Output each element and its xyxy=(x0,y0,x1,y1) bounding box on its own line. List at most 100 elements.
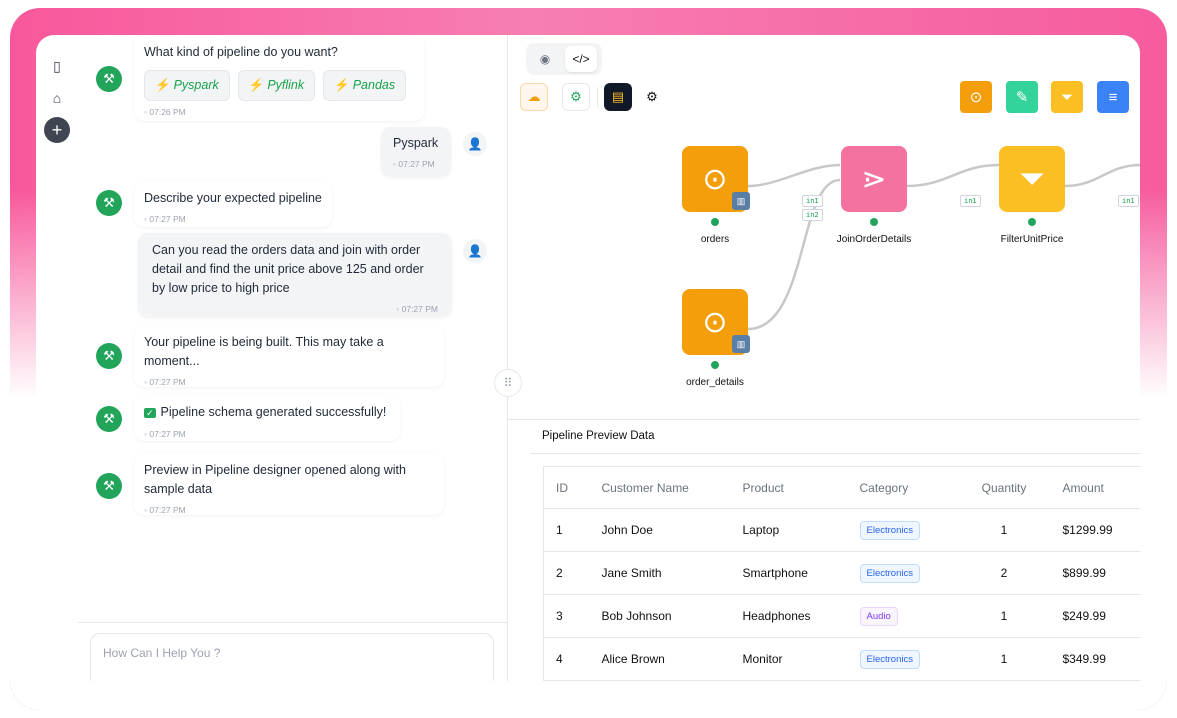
cell-amount: $899.99 xyxy=(1050,551,1140,595)
database-icon: ▥ xyxy=(732,335,750,353)
node-port[interactable] xyxy=(870,218,878,226)
table-row[interactable]: 3 Bob Johnson Headphones Audio 1 $249.99 xyxy=(543,594,1140,638)
node-label: JoinOrderDetails xyxy=(836,234,912,245)
bot-message: Describe your expected pipeline ◦ 07:27 … xyxy=(134,181,332,227)
join-node[interactable]: ⋗ xyxy=(841,146,907,226)
edge-join-filter xyxy=(905,163,1000,188)
option-label: Pandas xyxy=(352,78,396,92)
bot-avatar: ⚒ xyxy=(96,473,122,499)
cell-customer: Alice Brown xyxy=(589,637,731,681)
node-port[interactable] xyxy=(711,218,719,226)
option-pandas-button[interactable]: ⚡ Pandas xyxy=(323,70,407,101)
chat-divider xyxy=(78,622,508,623)
message-text: Your pipeline is being built. This may t… xyxy=(144,335,384,368)
input-tag: in1 xyxy=(1118,195,1139,207)
cell-product: Laptop xyxy=(730,508,848,552)
time-text: 07:27 PM xyxy=(149,429,186,439)
node-label: orders xyxy=(700,234,730,245)
cell-customer: John Doe xyxy=(589,508,731,552)
message-time: ◦ 07:27 PM xyxy=(396,304,438,314)
edge-orders-join xyxy=(747,163,841,188)
bolt-icon: ⚡ xyxy=(334,78,350,92)
message-time: ◦ 07:26 PM xyxy=(144,107,186,117)
category-badge: Audio xyxy=(859,606,898,626)
chat-panel: ⚒ What kind of pipeline do you want? ⚡ Py… xyxy=(78,35,508,681)
input-tag: in2 xyxy=(802,209,823,221)
bot-avatar: ⚒ xyxy=(96,406,122,432)
preview-title-divider xyxy=(530,453,1140,454)
cell-product: Monitor xyxy=(730,637,848,681)
node-port[interactable] xyxy=(1028,218,1036,226)
cell-category: Electronics xyxy=(847,551,958,595)
option-pyspark-button[interactable]: ⚡ Pyspark xyxy=(144,70,230,101)
message-time: ◦ 07:27 PM xyxy=(144,214,186,224)
table-row[interactable]: 2 Jane Smith Smartphone Electronics 2 $8… xyxy=(543,551,1140,595)
cell-quantity: 1 xyxy=(957,508,1051,552)
left-rail: ▯ ⌂ + xyxy=(36,35,78,681)
edges-canvas xyxy=(747,163,1140,331)
message-time: ◦ 07:27 PM xyxy=(144,429,186,439)
bot-avatar: ⚒ xyxy=(96,190,122,216)
edge-details-join xyxy=(747,178,841,331)
user-avatar: 👤 xyxy=(463,239,487,263)
category-badge: Electronics xyxy=(859,649,920,669)
pipeline-designer: ◉ </> ☁ ⚙ ▤ ⚙ ⊙ ✎ ⏷ ≡ ⊙ ▥ orders ⋗ JoinOr… xyxy=(508,35,1140,681)
cell-category: Electronics xyxy=(847,508,958,552)
resize-handle-icon[interactable]: ⠿ xyxy=(494,369,522,397)
database-icon: ▥ xyxy=(732,192,750,210)
cell-quantity: 1 xyxy=(957,594,1051,638)
time-text: 07:27 PM xyxy=(149,377,186,387)
message-text: Preview in Pipeline designer opened alon… xyxy=(144,463,406,496)
new-chat-button[interactable]: + xyxy=(44,117,70,143)
cell-category: Electronics xyxy=(847,637,958,681)
bolt-icon: ⚡ xyxy=(248,78,265,92)
node-label: FilterUnitPrice xyxy=(1000,234,1064,245)
time-text: 07:27 PM xyxy=(401,304,438,314)
column-header: Customer Name xyxy=(589,466,731,509)
order-details-node[interactable]: ⊙ ▥ xyxy=(682,289,750,369)
column-header: Product xyxy=(730,466,848,509)
preview-table: ID Customer Name Product Category Quanti… xyxy=(543,466,1140,681)
cell-id: 4 xyxy=(543,637,590,681)
cell-amount: $1299.99 xyxy=(1050,508,1140,552)
bot-message: Your pipeline is being built. This may t… xyxy=(134,325,444,387)
cell-customer: Jane Smith xyxy=(589,551,731,595)
filter-node[interactable]: ⏷ xyxy=(999,146,1065,226)
cell-id: 2 xyxy=(543,551,590,595)
cell-quantity: 2 xyxy=(957,551,1051,595)
orders-node[interactable]: ⊙ ▥ xyxy=(682,146,750,226)
time-text: 07:27 PM xyxy=(398,159,435,169)
category-badge: Electronics xyxy=(859,563,920,583)
edge-filter-next xyxy=(1064,163,1140,188)
time-text: 07:27 PM xyxy=(149,505,186,515)
pipeline-options: ⚡ Pyspark ⚡ Pyflink ⚡ Pandas xyxy=(144,70,414,101)
bot-message: What kind of pipeline do you want? ⚡ Pysp… xyxy=(134,35,424,121)
category-badge: Electronics xyxy=(859,520,920,540)
table-header-row: ID Customer Name Product Category Quanti… xyxy=(543,466,1140,509)
user-message: Pyspark ◦ 07:27 PM xyxy=(381,127,451,177)
option-label: Pyspark xyxy=(173,78,219,92)
cell-id: 3 xyxy=(543,594,590,638)
cell-product: Smartphone xyxy=(730,551,848,595)
time-text: 07:26 PM xyxy=(149,107,186,117)
message-time: ◦ 07:27 PM xyxy=(144,505,186,515)
node-label: order_details xyxy=(686,377,744,388)
message-text: Describe your expected pipeline xyxy=(144,191,322,205)
table-row[interactable]: 4 Alice Brown Monitor Electronics 1 $349… xyxy=(543,637,1140,681)
cell-product: Headphones xyxy=(730,594,848,638)
table-row[interactable]: 1 John Doe Laptop Electronics 1 $1299.99 xyxy=(543,508,1140,552)
app-window: ▯ ⌂ + ⚒ What kind of pipeline do you wan… xyxy=(36,35,1140,681)
cell-quantity: 1 xyxy=(957,637,1051,681)
cell-customer: Bob Johnson xyxy=(589,594,731,638)
node-port[interactable] xyxy=(711,361,719,369)
bot-message: ✓ Pipeline schema generated successfully!… xyxy=(134,395,400,441)
sidebar-toggle-icon[interactable]: ▯ xyxy=(46,55,68,77)
preview-title: Pipeline Preview Data xyxy=(542,430,655,442)
chat-input[interactable]: How Can I Help You ? xyxy=(90,633,494,681)
bot-message: Preview in Pipeline designer opened alon… xyxy=(134,453,444,515)
option-pyflink-button[interactable]: ⚡ Pyflink xyxy=(237,70,316,101)
user-avatar: 👤 xyxy=(463,132,487,156)
bot-avatar: ⚒ xyxy=(96,343,122,369)
message-time: ◦ 07:27 PM xyxy=(393,159,435,169)
home-icon[interactable]: ⌂ xyxy=(46,87,68,109)
